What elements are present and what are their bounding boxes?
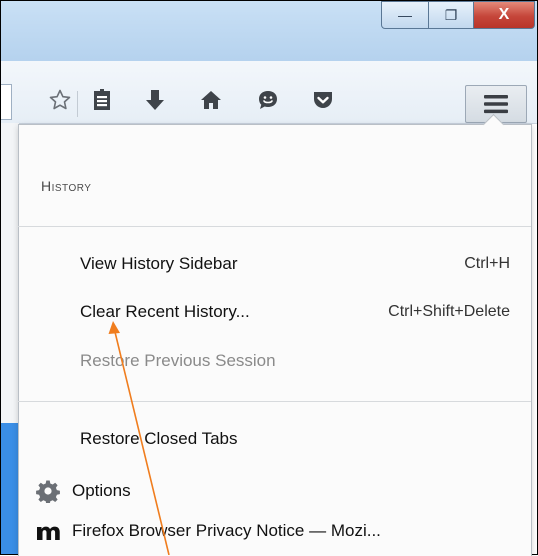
downloads-button[interactable] [140,85,170,115]
recent-item-label: Firefox Browser Privacy Notice — Mozi... [72,521,381,540]
panel-separator [18,226,531,227]
hamburger-menu-icon [484,95,508,114]
close-button[interactable]: X [474,1,535,29]
downloads-icon [146,90,164,110]
hello-button[interactable] [253,85,283,115]
menu-item-restore-previous-session: Restore Previous Session [80,347,510,375]
gear-icon [36,480,60,503]
menu-item-label: View History Sidebar [80,254,238,273]
menu-item-label: Restore Previous Session [80,351,276,370]
recent-item-label: Options [72,481,131,500]
home-button[interactable] [196,85,226,115]
menu-item-label: Restore Closed Tabs [80,429,238,448]
pocket-button[interactable] [308,85,338,115]
menu-item-label: Clear Recent History... [80,302,250,321]
menu-item-restore-closed-tabs[interactable]: Restore Closed Tabs [80,425,510,453]
hello-chat-icon [259,91,277,109]
toolbar-separator [77,91,78,117]
title-bar: — ❐ X [1,1,537,61]
url-bar-edge[interactable] [1,84,12,120]
recent-item-privacy-notice[interactable]: Firefox Browser Privacy Notice — Mozi... [36,516,381,546]
close-icon: X [498,6,510,23]
menu-item-clear-recent-history[interactable]: Clear Recent History... Ctrl+Shift+Delet… [80,298,510,326]
panel-heading-text: History [41,178,92,194]
menu-item-shortcut: Ctrl+Shift+Delete [388,303,510,320]
menu-item-view-history-sidebar[interactable]: View History Sidebar Ctrl+H [80,250,510,278]
pocket-icon [314,92,332,108]
bookmark-star-button[interactable] [45,85,75,115]
reading-list-icon [94,89,110,110]
page-blue-edge [1,423,19,554]
home-icon [201,91,221,109]
panel-heading: History [41,178,91,194]
page-background-edge [1,123,19,554]
panel-separator [18,401,531,402]
window-controls: — ❐ X [381,1,535,29]
bookmark-star-icon [49,89,71,110]
recent-item-options[interactable]: Options [36,476,131,506]
menu-item-shortcut: Ctrl+H [464,255,510,272]
reading-list-button[interactable] [87,85,117,115]
minimize-button[interactable]: — [381,1,429,29]
minimize-icon: — [398,7,412,23]
mozilla-m-icon [37,526,60,540]
maximize-icon: ❐ [444,6,458,23]
maximize-button[interactable]: ❐ [429,1,474,29]
nav-toolbar [1,61,537,124]
